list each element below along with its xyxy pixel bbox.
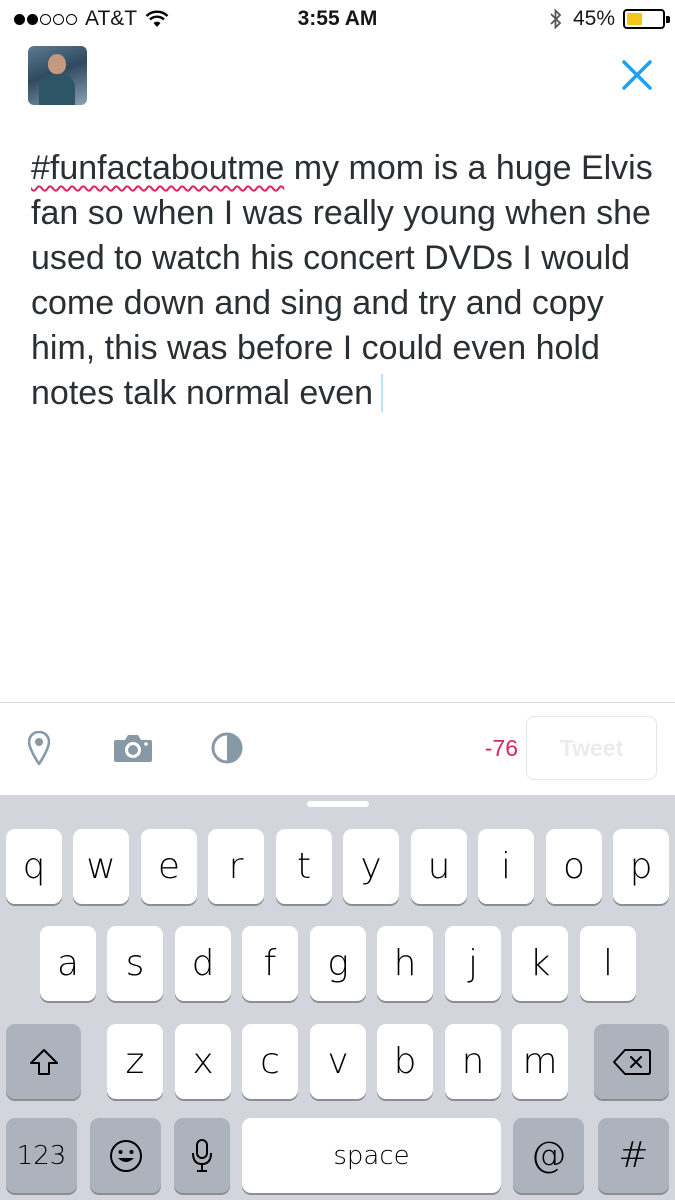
key-w[interactable]: w: [73, 829, 129, 904]
key-n[interactable]: n: [445, 1024, 501, 1099]
hash-key[interactable]: #: [598, 1118, 669, 1193]
key-j[interactable]: j: [445, 926, 501, 1001]
dictation-key[interactable]: [174, 1118, 230, 1193]
key-s[interactable]: s: [107, 926, 163, 1001]
space-key[interactable]: space: [242, 1118, 501, 1193]
battery-percent: 45%: [572, 7, 615, 30]
camera-icon[interactable]: [112, 730, 154, 766]
key-x[interactable]: x: [175, 1024, 231, 1099]
key-h[interactable]: h: [377, 926, 433, 1001]
key-i[interactable]: i: [478, 829, 534, 904]
key-l[interactable]: l: [580, 926, 636, 1001]
numbers-key[interactable]: 123: [6, 1118, 77, 1193]
close-icon[interactable]: [616, 54, 658, 96]
key-m[interactable]: m: [512, 1024, 568, 1099]
key-c[interactable]: c: [242, 1024, 298, 1099]
key-b[interactable]: b: [377, 1024, 433, 1099]
backspace-icon: [612, 1048, 651, 1075]
key-g[interactable]: g: [310, 926, 366, 1001]
key-k[interactable]: k: [512, 926, 568, 1001]
key-a[interactable]: a: [40, 926, 96, 1001]
keyboard-grabber[interactable]: [307, 801, 369, 807]
key-f[interactable]: f: [242, 926, 298, 1001]
key-v[interactable]: v: [310, 1024, 366, 1099]
key-e[interactable]: e: [141, 829, 197, 904]
key-y[interactable]: y: [343, 829, 399, 904]
key-u[interactable]: u: [411, 829, 467, 904]
emoji-icon: [109, 1139, 142, 1172]
tweet-body-text: my mom is a huge Elvis fan so when I was…: [31, 149, 653, 412]
key-q[interactable]: q: [6, 829, 62, 904]
key-o[interactable]: o: [546, 829, 602, 904]
keyboard: q w e r t y u i o p a s d f g h j k l z …: [0, 795, 675, 1200]
key-d[interactable]: d: [175, 926, 231, 1001]
key-p[interactable]: p: [613, 829, 669, 904]
tweet-text-input[interactable]: #funfactaboutme my mom is a huge Elvis f…: [31, 146, 656, 416]
emoji-key[interactable]: [90, 1118, 161, 1193]
shift-arrow-icon: [29, 1048, 58, 1075]
location-pin-icon[interactable]: [26, 730, 52, 766]
delete-key[interactable]: [594, 1024, 669, 1099]
character-counter: -76: [484, 735, 518, 761]
at-key[interactable]: @: [513, 1118, 584, 1193]
tweet-button[interactable]: Tweet: [526, 716, 657, 780]
text-cursor: [381, 374, 384, 412]
bluetooth-icon: [550, 8, 562, 30]
microphone-icon: [192, 1138, 212, 1172]
key-t[interactable]: t: [276, 829, 332, 904]
poll-icon[interactable]: [210, 730, 244, 766]
key-r[interactable]: r: [208, 829, 264, 904]
shift-key[interactable]: [6, 1024, 81, 1099]
key-z[interactable]: z: [107, 1024, 163, 1099]
toolbar-divider: [0, 702, 675, 703]
status-bar: AT&T 3:55 AM 45%: [0, 0, 675, 38]
hashtag-text: #funfactaboutme: [31, 149, 285, 187]
avatar[interactable]: [28, 46, 87, 105]
battery-icon: [623, 9, 670, 29]
